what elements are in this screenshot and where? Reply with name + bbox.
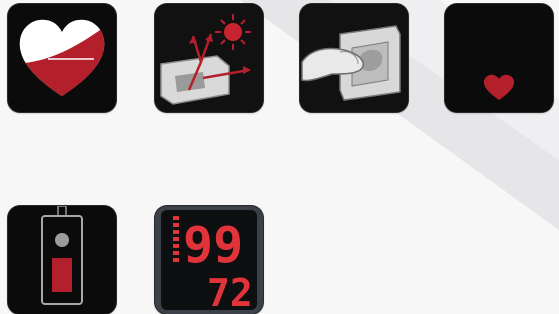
small-heart-icon — [445, 4, 553, 112]
readout-tile[interactable]: 99 72 — [155, 206, 263, 314]
heart-tile[interactable] — [8, 4, 116, 112]
spo2-pulse-readout-icon: 99 72 — [155, 206, 263, 314]
sensor-light-reflection-icon — [155, 4, 263, 112]
battery-tile[interactable] — [8, 206, 116, 314]
finger-clip-icon — [300, 4, 408, 112]
heart-half-filled-icon — [19, 19, 105, 96]
spo2-value: 99 — [183, 216, 243, 274]
sensor-tile[interactable] — [155, 4, 263, 112]
pulse-value: 72 — [207, 271, 253, 314]
small-heart-tile[interactable] — [445, 4, 553, 112]
battery-level-icon — [8, 206, 116, 314]
clip-tile[interactable] — [300, 4, 408, 112]
